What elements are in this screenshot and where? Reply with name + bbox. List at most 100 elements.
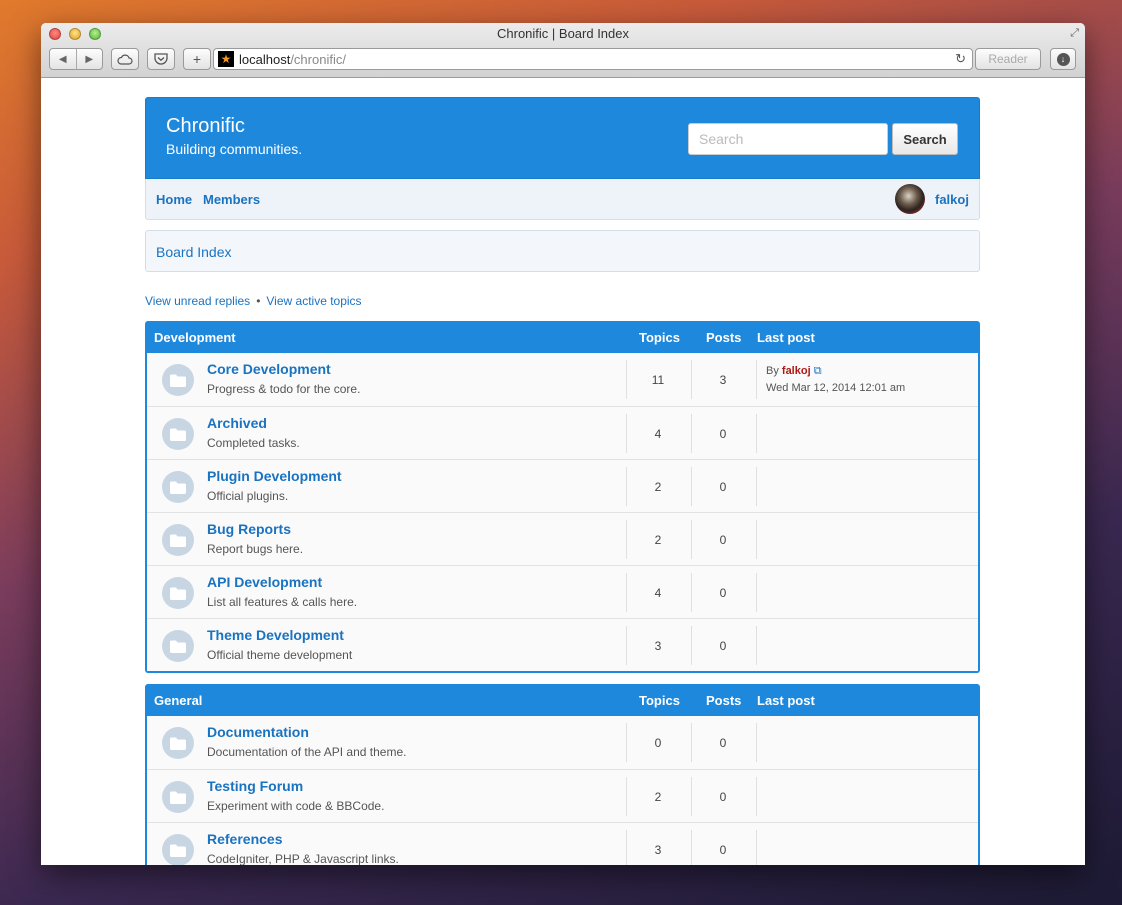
address-bar[interactable]: ★ localhost/chronific/ ↻ xyxy=(213,48,973,70)
cell-divider xyxy=(626,830,627,865)
last-post-info: By falkoj ⧉ Wed Mar 12, 2014 12:01 am xyxy=(766,363,905,397)
forum-row: Archived Completed tasks. 4 0 xyxy=(147,406,978,459)
cell-divider xyxy=(691,573,692,612)
cell-divider xyxy=(691,414,692,453)
title-bar: Chronific | Board Index ⤢ xyxy=(41,23,1085,45)
category-development: Development Topics Posts Last post Core Dev… xyxy=(145,321,980,673)
folder-icon xyxy=(162,364,194,396)
forum-title-link[interactable]: API Development xyxy=(207,574,322,590)
topic-count: 2 xyxy=(654,533,662,547)
cell-divider xyxy=(691,360,692,399)
folder-icon xyxy=(162,727,194,759)
cell-divider xyxy=(756,414,757,453)
main-nav: Home Members falkoj xyxy=(145,179,980,220)
forum-title-link[interactable]: Archived xyxy=(207,415,267,431)
search-button[interactable]: Search xyxy=(892,123,958,155)
forum-title-link[interactable]: Plugin Development xyxy=(207,468,342,484)
view-unread-link[interactable]: View unread replies xyxy=(145,294,250,308)
forum-title-link[interactable]: Testing Forum xyxy=(207,778,303,794)
last-post-date: Wed Mar 12, 2014 12:01 am xyxy=(766,382,906,394)
cell-divider xyxy=(626,777,627,816)
minimize-window-button[interactable] xyxy=(69,28,81,40)
post-count: 0 xyxy=(719,586,727,600)
post-count: 0 xyxy=(719,843,727,857)
cell-divider xyxy=(691,520,692,559)
post-count: 0 xyxy=(719,533,727,547)
topic-count: 2 xyxy=(654,480,662,494)
forum-title-link[interactable]: Bug Reports xyxy=(207,521,291,537)
browser-window: Chronific | Board Index ⤢ ◀ ▶ + ★ localh… xyxy=(41,23,1085,865)
folder-icon xyxy=(162,524,194,556)
cell-divider xyxy=(691,777,692,816)
forward-icon[interactable]: ▶ xyxy=(76,54,102,65)
back-icon[interactable]: ◀ xyxy=(50,54,76,65)
forum-list: Core Development Progress & todo for the… xyxy=(147,353,978,671)
site-tagline: Building communities. xyxy=(166,141,303,157)
folder-icon xyxy=(162,471,194,503)
folder-icon xyxy=(162,630,194,662)
reader-button[interactable]: Reader xyxy=(975,48,1041,70)
favicon-star-icon: ★ xyxy=(218,51,234,67)
view-active-link[interactable]: View active topics xyxy=(266,294,361,308)
browser-toolbar: ◀ ▶ + ★ localhost/chronific/ ↻ Reader ↓ xyxy=(41,45,1085,78)
pocket-button[interactable] xyxy=(147,48,175,70)
cell-divider xyxy=(756,573,757,612)
forum-description: Completed tasks. xyxy=(207,436,300,450)
search-input[interactable] xyxy=(688,123,888,155)
topic-count: 3 xyxy=(654,639,662,653)
cell-divider xyxy=(626,467,627,506)
category-header: General Topics Posts Last post xyxy=(147,684,978,716)
reload-icon[interactable]: ↻ xyxy=(955,51,966,67)
nav-members-link[interactable]: Members xyxy=(203,192,260,207)
forum-row: API Development List all features & call… xyxy=(147,565,978,618)
topic-count: 3 xyxy=(654,843,662,857)
forum-title-link[interactable]: Theme Development xyxy=(207,627,344,643)
post-count: 0 xyxy=(719,480,727,494)
forum-description: Documentation of the API and theme. xyxy=(207,745,407,759)
forum-description: Report bugs here. xyxy=(207,542,304,556)
close-window-button[interactable] xyxy=(49,28,61,40)
url-path: /chronific/ xyxy=(290,51,346,67)
icloud-tabs-button[interactable] xyxy=(111,48,139,70)
username-link[interactable]: falkoj xyxy=(935,192,969,207)
zoom-window-button[interactable] xyxy=(89,28,101,40)
forum-description: Experiment with code & BBCode. xyxy=(207,799,385,813)
cell-divider xyxy=(756,626,757,665)
site-title[interactable]: Chronific xyxy=(166,115,245,138)
site-header: Chronific Building communities. Search xyxy=(145,97,980,179)
cell-divider xyxy=(626,360,627,399)
col-topics-header: Topics xyxy=(639,693,680,708)
topic-count: 4 xyxy=(654,427,662,441)
forum-title-link[interactable]: References xyxy=(207,831,283,847)
category-name[interactable]: Development xyxy=(154,330,236,345)
forum-row: Core Development Progress & todo for the… xyxy=(147,353,978,406)
downloads-button[interactable]: ↓ xyxy=(1050,48,1076,70)
col-last-post-header: Last post xyxy=(757,693,815,708)
avatar[interactable] xyxy=(895,184,925,214)
breadcrumb: Board Index xyxy=(145,230,980,272)
separator: • xyxy=(256,294,261,308)
col-last-post-header: Last post xyxy=(757,330,815,345)
topic-count: 11 xyxy=(651,373,665,387)
forum-description: Progress & todo for the core. xyxy=(207,382,361,396)
forum-title-link[interactable]: Core Development xyxy=(207,361,331,377)
forum-row: Documentation Documentation of the API a… xyxy=(147,716,978,769)
cell-divider xyxy=(626,723,627,762)
topic-count: 0 xyxy=(654,736,662,750)
last-post-user-link[interactable]: falkoj xyxy=(782,365,811,377)
new-tab-button[interactable]: + xyxy=(183,48,211,70)
nav-home-link[interactable]: Home xyxy=(156,192,192,207)
cell-divider xyxy=(626,626,627,665)
category-header: Development Topics Posts Last post xyxy=(147,321,978,353)
cell-divider xyxy=(626,520,627,559)
folder-icon xyxy=(162,834,194,865)
cell-divider xyxy=(626,573,627,612)
forum-title-link[interactable]: Documentation xyxy=(207,724,309,740)
plus-icon: + xyxy=(192,51,202,67)
fullscreen-icon[interactable]: ⤢ xyxy=(1070,27,1079,40)
category-name[interactable]: General xyxy=(154,693,202,708)
breadcrumb-board-index[interactable]: Board Index xyxy=(156,244,232,260)
col-posts-header: Posts xyxy=(706,693,742,708)
cell-divider xyxy=(691,467,692,506)
external-link-icon[interactable]: ⧉ xyxy=(814,365,822,377)
